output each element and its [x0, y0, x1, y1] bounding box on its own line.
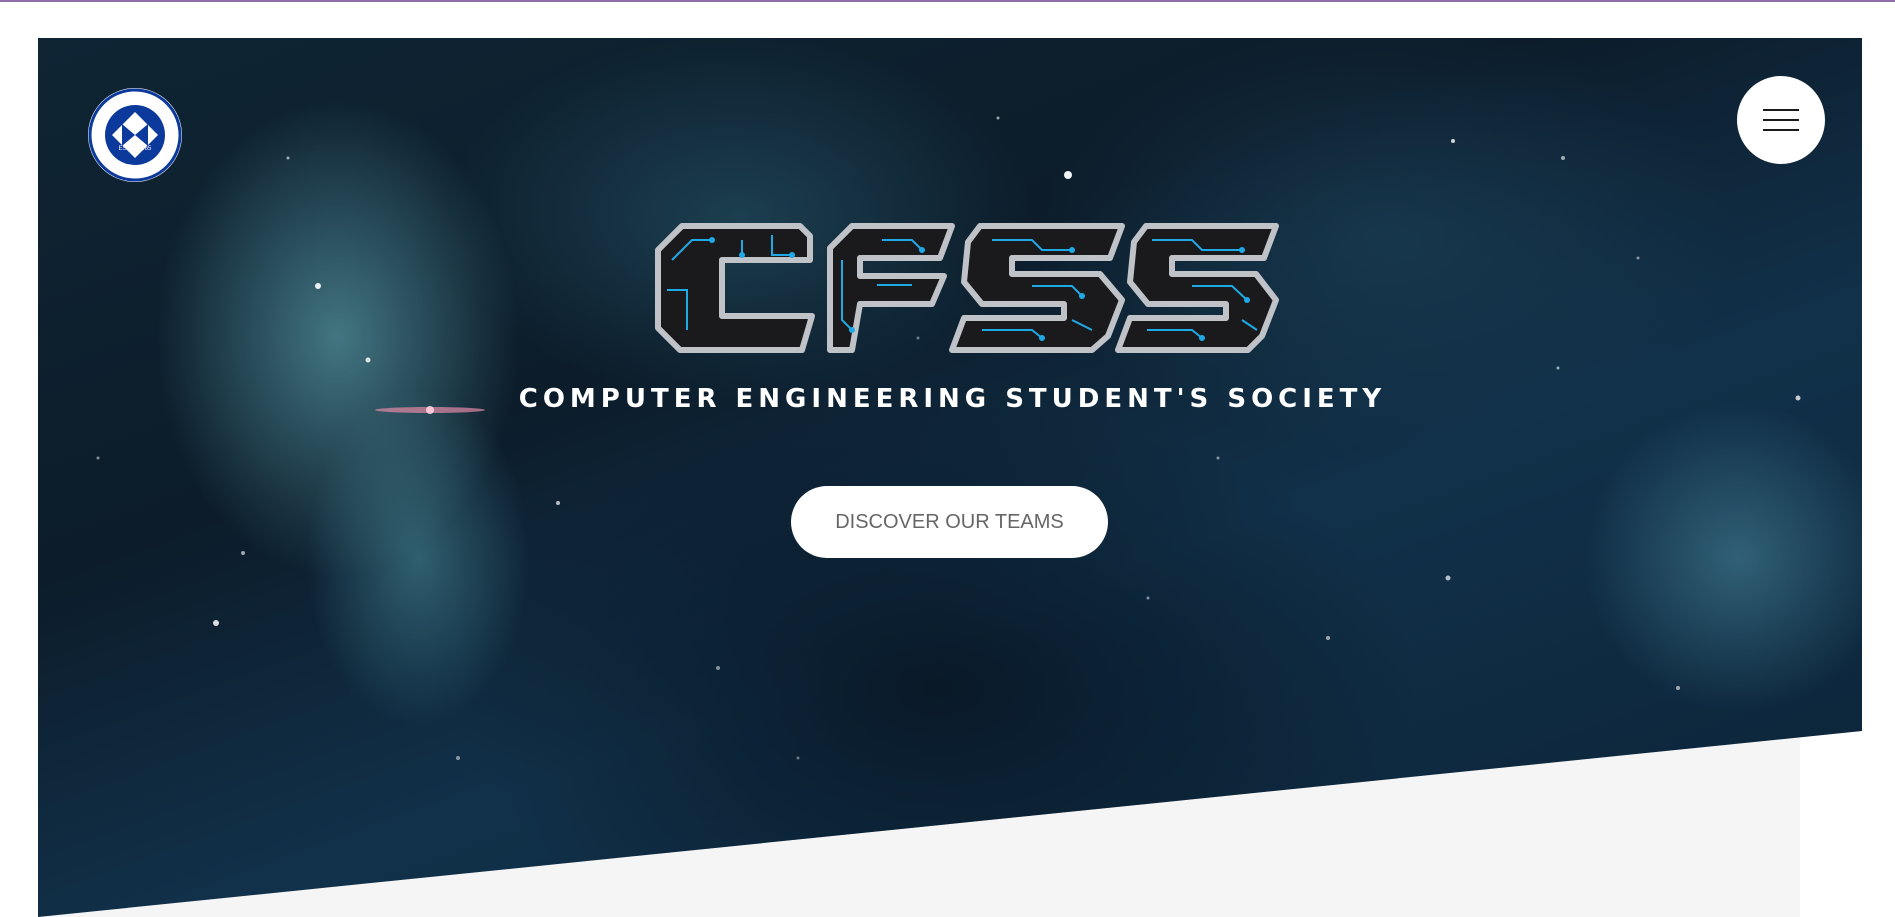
hamburger-menu-icon-bar-2	[1763, 119, 1799, 121]
discover-teams-button[interactable]: DISCOVER OUR TEAMS	[791, 486, 1108, 558]
hamburger-menu-icon-bar-3	[1763, 129, 1799, 131]
society-tagline: COMPUTER ENGINEERING STUDENT'S SOCIETY	[518, 384, 1387, 414]
menu-button[interactable]	[1737, 76, 1825, 164]
hamburger-menu-icon	[1763, 109, 1799, 111]
csi-estd-text: ESTD. 1965	[119, 146, 152, 152]
cess-circuit-logo-icon	[655, 223, 1279, 353]
cess-logo	[652, 220, 1280, 356]
csi-logo[interactable]: ESTD. 1965	[88, 88, 182, 182]
top-accent-line	[0, 0, 1895, 2]
csi-emblem-icon: ESTD. 1965	[88, 88, 182, 182]
